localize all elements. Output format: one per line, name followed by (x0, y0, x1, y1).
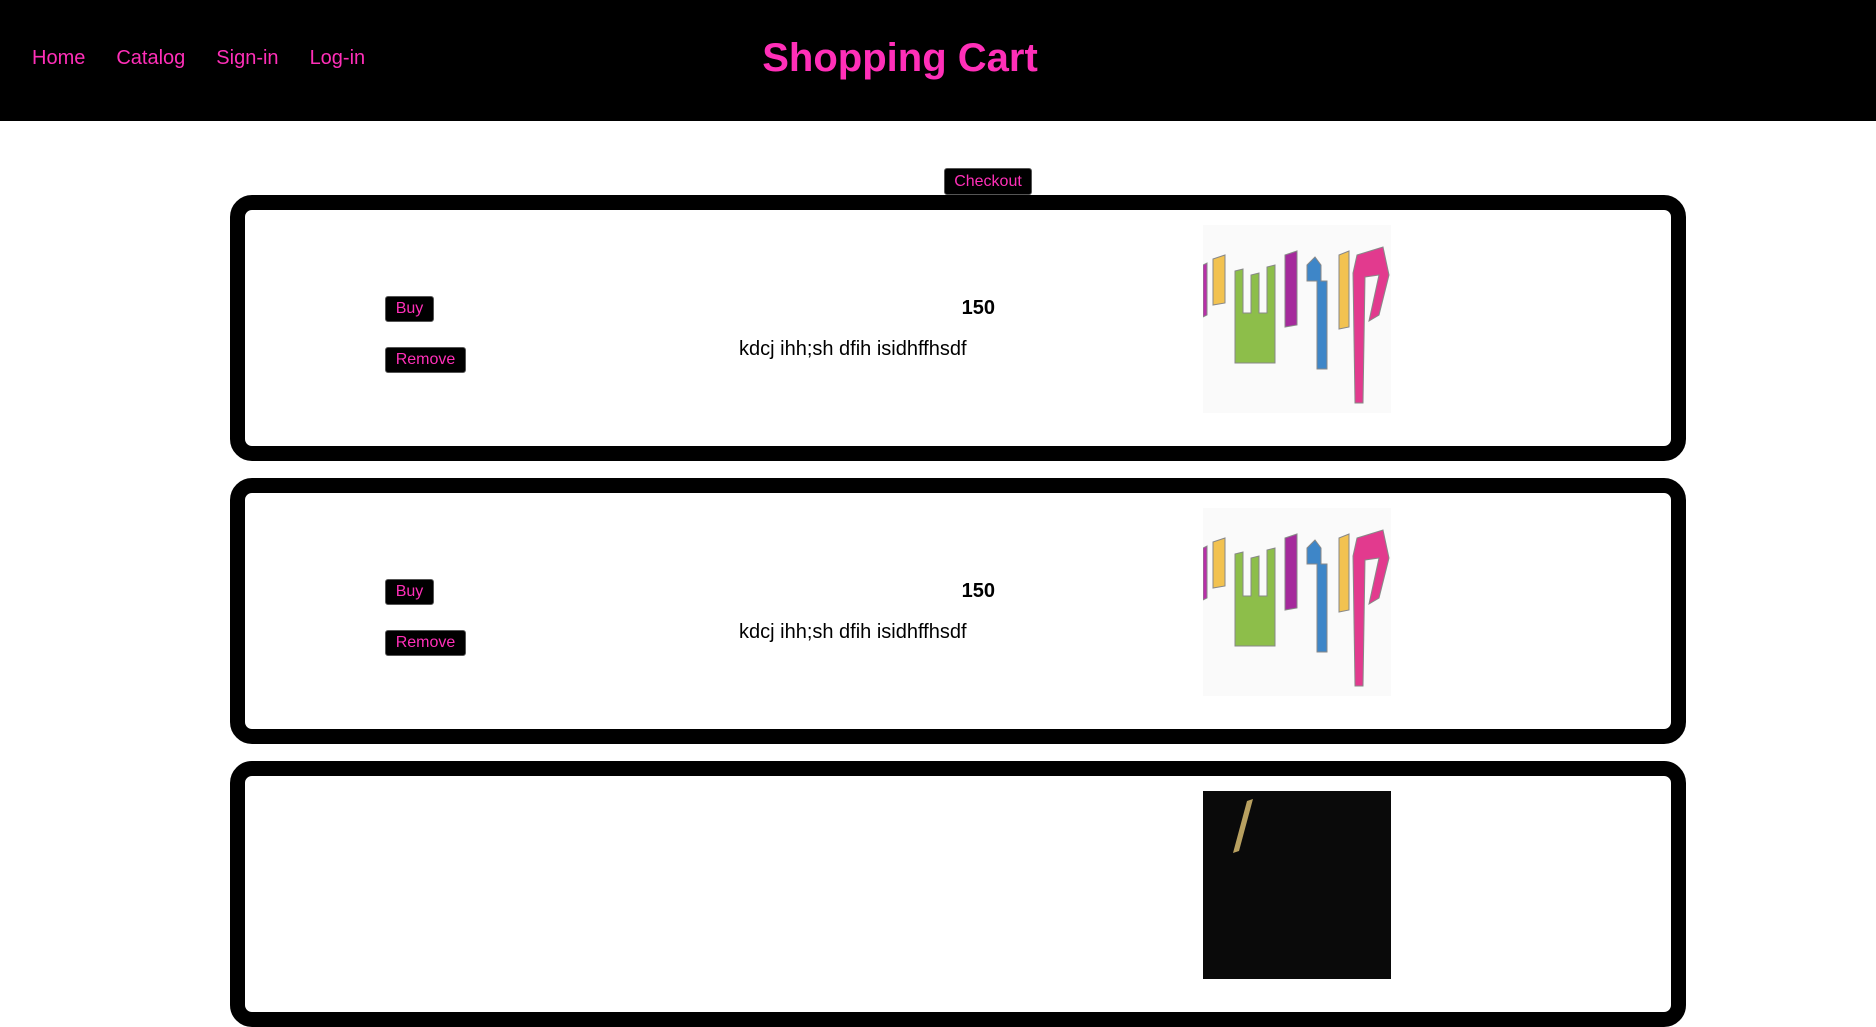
header-bar: Home Catalog Sign-in Log-in Shopping Car… (0, 0, 1876, 121)
cart-item (230, 761, 1686, 1027)
remove-button[interactable]: Remove (385, 630, 466, 656)
cart-item: Buy Remove 150 kdcj ihh;sh dfih isidhffh… (230, 478, 1686, 744)
item-description: kdcj ihh;sh dfih isidhffhsdf (739, 338, 967, 360)
product-image (1203, 508, 1391, 696)
item-description: kdcj ihh;sh dfih isidhffhsdf (739, 621, 967, 643)
page-title: Shopping Cart (762, 36, 1038, 80)
buy-button[interactable]: Buy (385, 296, 434, 322)
cart-item: Buy Remove 150 kdcj ihh;sh dfih isidhffh… (230, 195, 1686, 461)
colorful-letters-logo-icon (1203, 529, 1390, 687)
buy-button[interactable]: Buy (385, 579, 434, 605)
product-image (1203, 225, 1391, 413)
product-image (1203, 791, 1391, 979)
checkout-button[interactable]: Checkout (944, 168, 1032, 195)
item-price: 150 (961, 297, 995, 319)
colorful-letters-logo-icon (1203, 246, 1390, 404)
remove-button[interactable]: Remove (385, 347, 466, 373)
item-price: 150 (961, 580, 995, 602)
dark-product-photo-icon (1203, 791, 1391, 979)
